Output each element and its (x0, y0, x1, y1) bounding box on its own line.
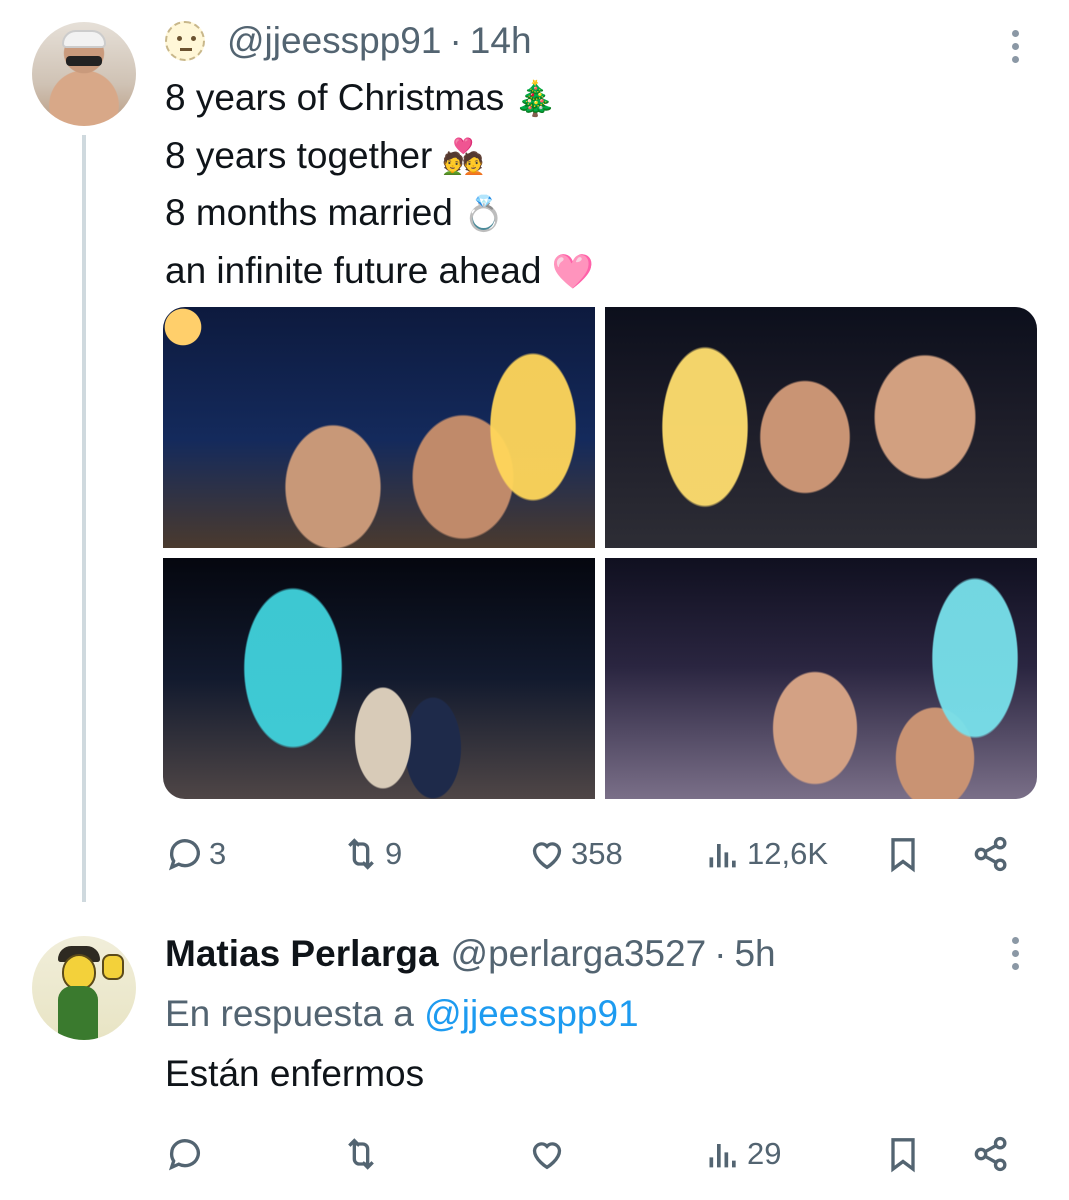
comment-icon (168, 1139, 200, 1171)
reply-text: Están enfermos (165, 1053, 425, 1094)
repost-button[interactable]: 9 (341, 834, 402, 874)
thread-line (82, 135, 86, 902)
share-icon (974, 1136, 1007, 1172)
reply-button[interactable] (165, 1134, 205, 1174)
like-button[interactable]: 358 (527, 834, 623, 874)
repost-icon (348, 838, 374, 870)
reply-button[interactable]: 3 (165, 834, 226, 874)
pink-heart-emoji-icon: 🩷 (551, 252, 594, 291)
share-icon (974, 836, 1007, 872)
repost-button[interactable] (341, 1134, 381, 1174)
photo-1[interactable] (163, 307, 595, 548)
views-button[interactable]: 12,6K (703, 834, 828, 874)
photo-3[interactable] (163, 558, 595, 799)
couple-with-heart-emoji-icon: 💑 (442, 137, 485, 176)
separator-dot: · (449, 20, 462, 61)
views-icon (709, 844, 736, 868)
author-avatar[interactable] (32, 22, 136, 126)
heart-icon (532, 842, 562, 870)
author-handle[interactable]: @jjeesspp91 (227, 20, 441, 62)
separator-dot: · (714, 933, 727, 974)
share-button[interactable] (971, 1134, 1011, 1174)
replying-to: En respuesta a @jjeesspp91 (165, 993, 639, 1035)
photo-2[interactable] (605, 307, 1037, 548)
reply-header: Matias Perlarga @perlarga3527 · 5h (165, 933, 776, 975)
reply-time[interactable]: 5h (734, 933, 775, 975)
media-grid (163, 307, 1037, 799)
reply-author-avatar[interactable] (32, 936, 136, 1040)
bookmark-button[interactable] (883, 1134, 923, 1174)
reply-author-handle[interactable]: @perlarga3527 (451, 933, 707, 975)
reply-count: 3 (209, 836, 227, 871)
heart-icon (532, 1142, 562, 1170)
ring-emoji-icon: 💍 (462, 195, 506, 233)
avatar-cap (62, 30, 106, 48)
views-count: 12,6K (747, 836, 829, 871)
tweet-line: 8 years together 💑 (165, 134, 485, 176)
replying-to-mention[interactable]: @jjeesspp91 (424, 993, 638, 1034)
repost-count: 9 (385, 836, 403, 871)
reply-author-name[interactable]: Matias Perlarga (165, 933, 439, 975)
comment-icon (168, 839, 200, 871)
tweet-line: 8 years of Christmas 🎄 (165, 77, 557, 118)
tweet-actions: 3 9 358 12,6K (165, 834, 1015, 874)
reply-actions: 29 (165, 1134, 1015, 1174)
christmas-tree-emoji-icon: 🎄 (514, 80, 557, 118)
more-icon[interactable] (1012, 937, 1020, 976)
tweet-header: @jjeesspp91 · 14h (165, 20, 532, 62)
avatar-body (58, 986, 98, 1040)
avatar-hand (102, 954, 124, 980)
views-count: 29 (747, 1136, 782, 1171)
avatar-sunglasses (66, 56, 102, 66)
tweet-line: an infinite future ahead 🩷 (165, 249, 594, 291)
views-button[interactable]: 29 (703, 1134, 781, 1174)
tweet-line: 8 months married 💍 (165, 192, 506, 233)
tweet-time[interactable]: 14h (470, 20, 532, 62)
repost-icon (348, 1138, 374, 1170)
tweet-text: 8 years of Christmas 🎄 8 years together 💑 … (165, 70, 594, 300)
bookmark-icon (891, 1138, 915, 1173)
avatar-head (62, 954, 96, 990)
more-icon[interactable] (1012, 30, 1020, 69)
share-button[interactable] (971, 834, 1011, 874)
bookmark-button[interactable] (883, 834, 923, 874)
photo-4[interactable] (605, 558, 1037, 799)
like-button[interactable] (527, 1134, 567, 1174)
bookmark-icon (891, 838, 915, 873)
dotted-face-emoji-icon (165, 21, 205, 61)
replying-to-label: En respuesta a (165, 993, 414, 1034)
like-count: 358 (571, 836, 623, 871)
views-icon (709, 1144, 736, 1168)
